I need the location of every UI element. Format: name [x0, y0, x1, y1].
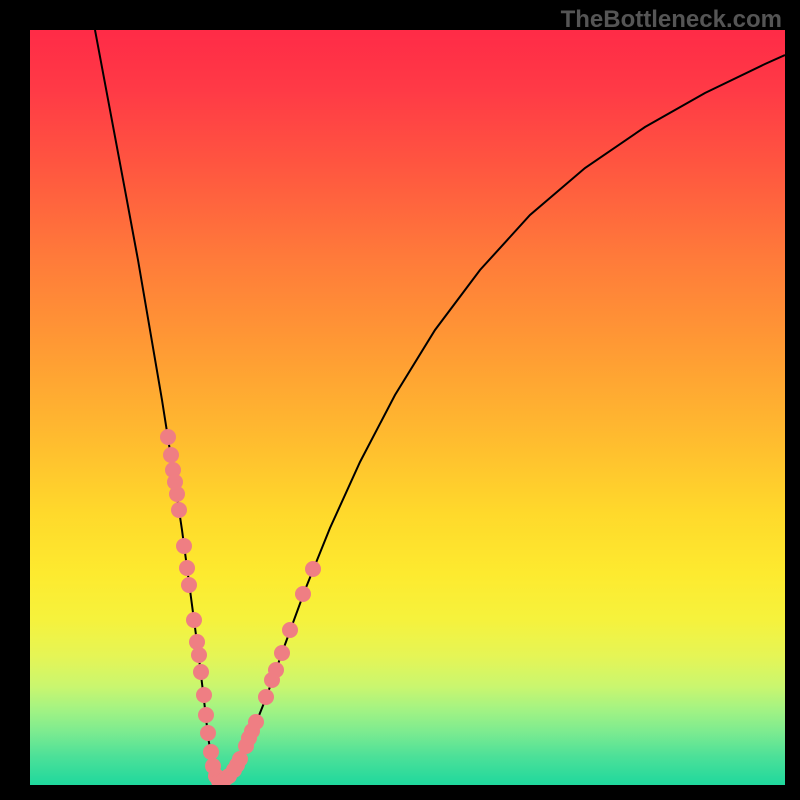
- data-dot: [282, 622, 298, 638]
- data-dot: [176, 538, 192, 554]
- data-dot: [203, 744, 219, 760]
- data-dot: [186, 612, 202, 628]
- chart-svg: [30, 30, 785, 785]
- data-dot: [163, 447, 179, 463]
- data-dot: [248, 714, 264, 730]
- data-dot: [160, 429, 176, 445]
- data-dot: [169, 486, 185, 502]
- watermark-text: TheBottleneck.com: [561, 6, 782, 34]
- data-dot: [171, 502, 187, 518]
- data-dot: [258, 689, 274, 705]
- data-dot: [274, 645, 290, 661]
- data-dot: [295, 586, 311, 602]
- data-dot: [193, 664, 209, 680]
- data-dot: [191, 647, 207, 663]
- data-dot: [268, 662, 284, 678]
- data-dot: [200, 725, 216, 741]
- data-dot: [305, 561, 321, 577]
- data-dot: [198, 707, 214, 723]
- data-dot: [179, 560, 195, 576]
- data-dot: [181, 577, 197, 593]
- data-dots-group: [160, 429, 321, 785]
- data-dot: [196, 687, 212, 703]
